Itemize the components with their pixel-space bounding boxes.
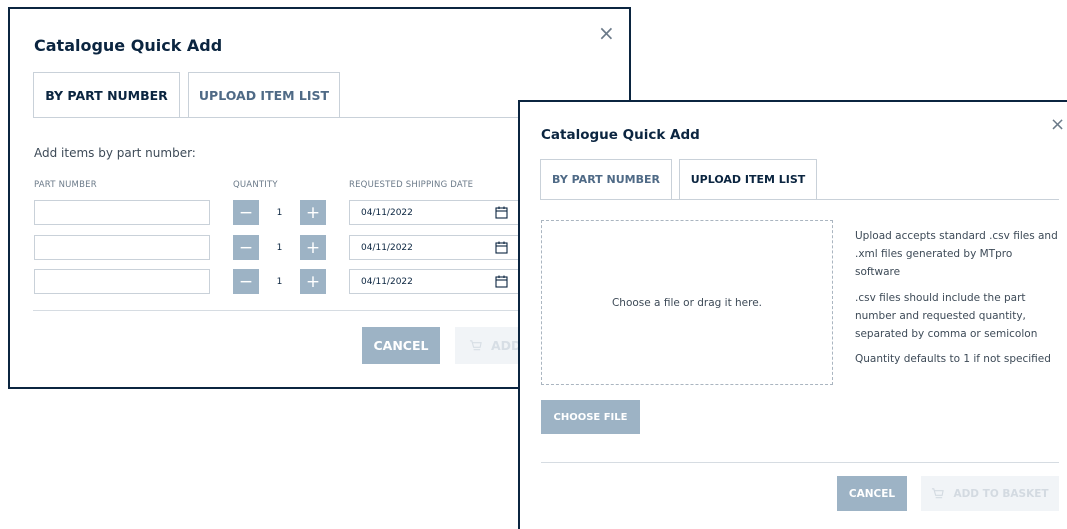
part-number-input[interactable] — [34, 200, 210, 225]
plus-icon[interactable]: + — [300, 269, 326, 294]
tab-by-part-number[interactable]: BY PART NUMBER — [33, 72, 180, 118]
minus-icon[interactable]: − — [233, 269, 259, 294]
cart-icon — [469, 340, 482, 351]
help-text: Quantity defaults to 1 if not specified — [855, 353, 1051, 365]
tab-bar: BY PART NUMBER UPLOAD ITEM LIST — [540, 159, 817, 200]
quantity-value[interactable]: 1 — [259, 235, 300, 260]
cancel-button[interactable]: CANCEL — [362, 327, 440, 364]
calendar-icon[interactable] — [495, 275, 508, 288]
stage: × Catalogue Quick Add BY PART NUMBER UPL… — [0, 0, 1067, 529]
date-value: 04/11/2022 — [361, 276, 413, 287]
part-number-input[interactable] — [34, 269, 210, 294]
tab-upload-item-list[interactable]: UPLOAD ITEM LIST — [188, 72, 340, 118]
date-value: 04/11/2022 — [361, 207, 413, 218]
calendar-icon[interactable] — [495, 206, 508, 219]
footer-divider — [541, 462, 1059, 463]
tab-upload-item-list[interactable]: UPLOAD ITEM LIST — [679, 159, 817, 200]
add-to-basket-button[interactable]: ADD TO BASKET — [921, 476, 1059, 511]
quantity-value[interactable]: 1 — [259, 269, 300, 294]
dialog-title: Catalogue Quick Add — [34, 36, 223, 55]
tab-underline — [540, 199, 1059, 200]
shipping-date-input[interactable]: 04/11/2022 — [349, 269, 520, 294]
shipping-date-input[interactable]: 04/11/2022 — [349, 200, 520, 225]
file-dropzone[interactable]: Choose a file or drag it here. — [541, 220, 833, 385]
quantity-stepper: − 1 + — [233, 269, 326, 294]
plus-icon[interactable]: + — [300, 235, 326, 260]
dialog-title: Catalogue Quick Add — [541, 127, 700, 143]
quantity-value[interactable]: 1 — [259, 200, 300, 225]
intro-text: Add items by part number: — [34, 146, 196, 160]
add-to-basket-label: ADD TO BASKET — [953, 487, 1049, 500]
help-text: .csv files should include the part numbe… — [855, 292, 1038, 340]
quantity-stepper: − 1 + — [233, 235, 326, 260]
column-header-quantity: QUANTITY — [233, 180, 278, 190]
quantity-stepper: − 1 + — [233, 200, 326, 225]
part-number-input[interactable] — [34, 235, 210, 260]
tab-bar: BY PART NUMBER UPLOAD ITEM LIST — [33, 72, 340, 118]
column-header-shipping-date: REQUESTED SHIPPING DATE — [349, 180, 474, 190]
shipping-date-input[interactable]: 04/11/2022 — [349, 235, 520, 260]
plus-icon[interactable]: + — [300, 200, 326, 225]
calendar-icon[interactable] — [495, 241, 508, 254]
column-header-part-number: PART NUMBER — [34, 180, 97, 190]
help-text: Upload accepts standard .csv files and .… — [855, 230, 1058, 278]
minus-icon[interactable]: − — [233, 235, 259, 260]
cancel-button[interactable]: CANCEL — [837, 476, 907, 511]
cart-icon — [932, 488, 945, 499]
add-button-label: ADD — [491, 338, 522, 353]
choose-file-button[interactable]: CHOOSE FILE — [541, 400, 640, 434]
close-icon[interactable]: × — [598, 23, 615, 43]
dropzone-text: Choose a file or drag it here. — [611, 296, 763, 309]
tab-by-part-number[interactable]: BY PART NUMBER — [540, 159, 672, 200]
date-value: 04/11/2022 — [361, 242, 413, 253]
quick-add-dialog-upload: × Catalogue Quick Add BY PART NUMBER UPL… — [518, 100, 1067, 529]
minus-icon[interactable]: − — [233, 200, 259, 225]
close-icon[interactable]: × — [1050, 116, 1065, 134]
